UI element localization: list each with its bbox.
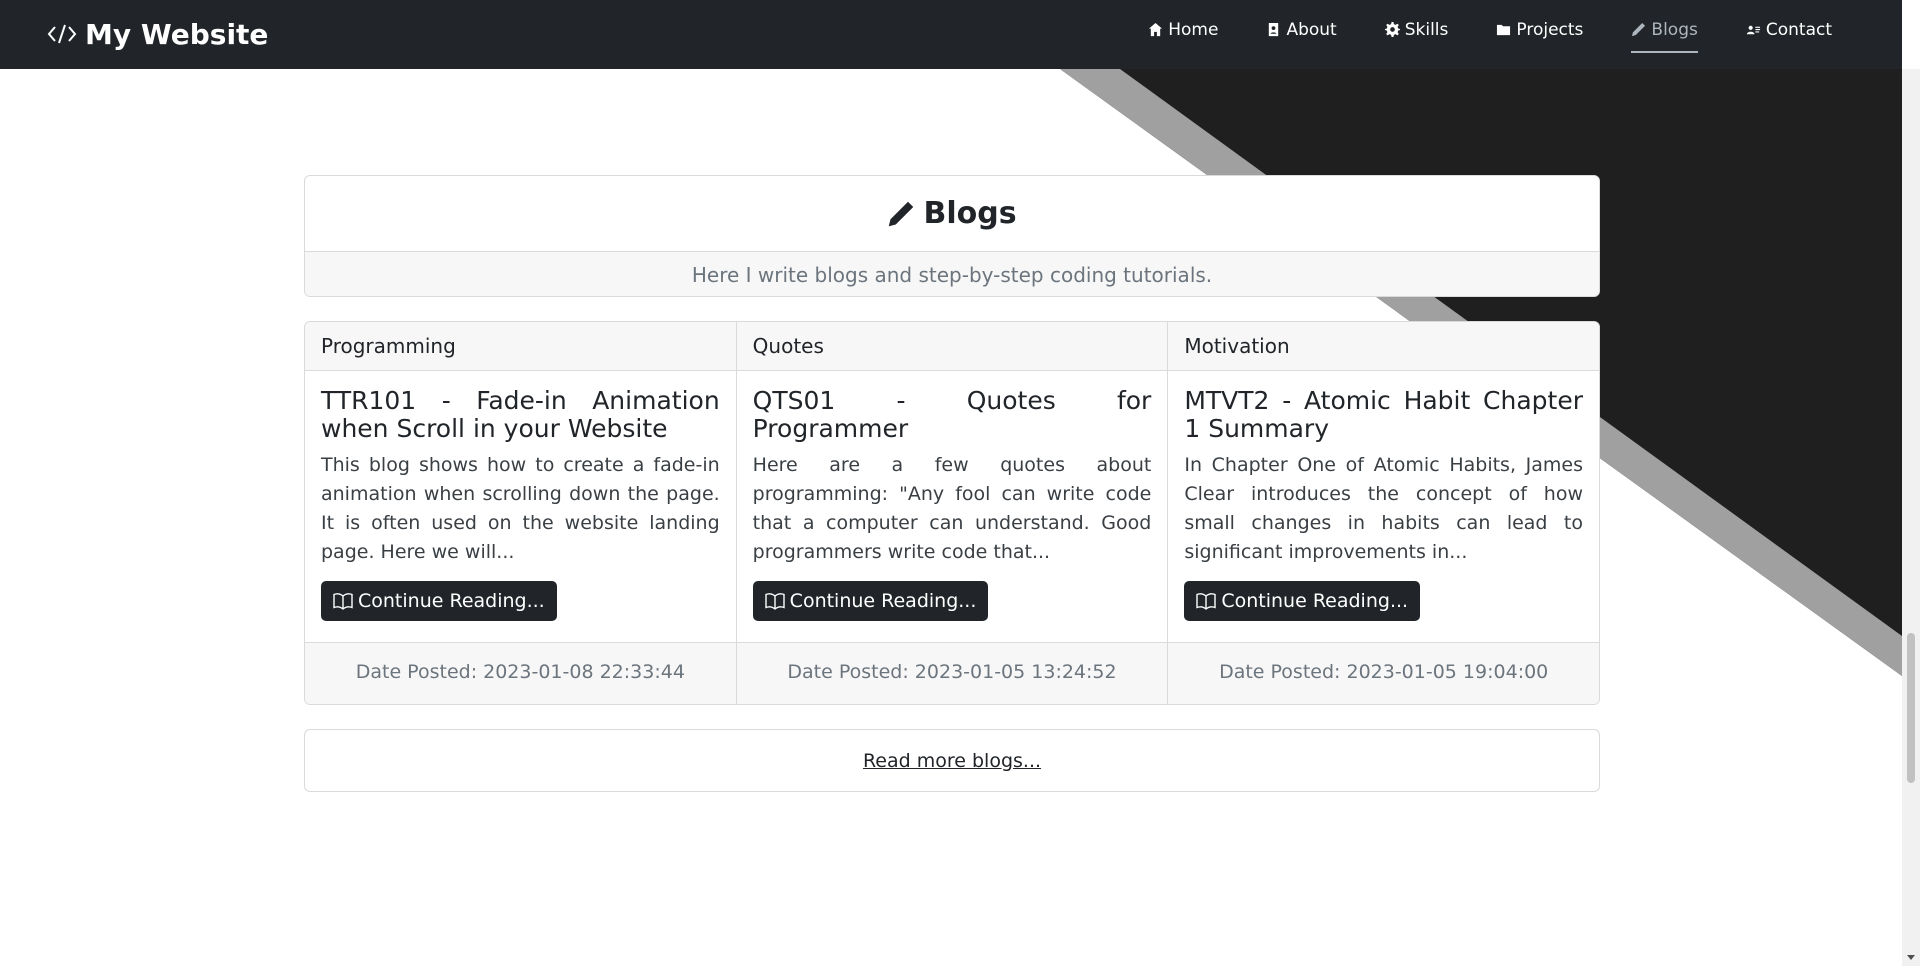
continue-reading-button[interactable]: Continue Reading...	[321, 581, 557, 621]
open-book-icon	[1196, 593, 1217, 610]
nav-label-projects: Projects	[1516, 19, 1584, 40]
continue-reading-button[interactable]: Continue Reading...	[752, 581, 989, 621]
gear-icon	[1384, 22, 1400, 37]
nav-label-blogs: Blogs	[1651, 19, 1698, 40]
section-title-text: Blogs	[923, 196, 1017, 231]
continue-reading-label: Continue Reading...	[1221, 590, 1409, 612]
nav-label-about: About	[1286, 19, 1337, 40]
blog-category: Motivation	[1168, 322, 1599, 371]
blog-excerpt: This blog shows how to create a fade-in …	[321, 454, 720, 563]
scroll-down-arrow[interactable]	[1907, 955, 1915, 960]
nav-link-skills[interactable]: Skills	[1384, 0, 1449, 59]
address-card-icon	[1746, 25, 1760, 35]
blog-date: Date Posted: 2023-01-05 13:24:52	[736, 642, 1168, 704]
nav-link-about[interactable]: About	[1266, 0, 1337, 59]
nav-label-home: Home	[1168, 19, 1219, 40]
blog-body: MTVT2 - Atomic Habit Chapter 1 Summary I…	[1168, 371, 1599, 642]
scrollbar-thumb[interactable]	[1907, 633, 1915, 783]
nav-label-skills: Skills	[1404, 19, 1449, 40]
section-title: Blogs	[305, 176, 1599, 251]
id-badge-icon	[1269, 22, 1279, 37]
blog-card-group: Programming TTR101 - Fade-in Animation w…	[304, 321, 1600, 705]
brand-link[interactable]: My Website	[47, 12, 268, 56]
blog-card: Motivation MTVT2 - Atomic Habit Chapter …	[1168, 322, 1599, 704]
read-more-link[interactable]: Read more blogs...	[863, 750, 1041, 772]
code-icon	[47, 24, 77, 44]
blog-title: TTR101 - Fade-in Animation when Scroll i…	[321, 386, 720, 443]
blog-date: Date Posted: 2023-01-05 19:04:00	[1168, 642, 1599, 704]
blog-title: MTVT2 - Atomic Habit Chapter 1 Summary	[1184, 386, 1584, 443]
nav-link-blogs[interactable]: Blogs	[1631, 0, 1699, 59]
blog-title: QTS01 - Quotes for Programmer	[752, 386, 1152, 443]
continue-reading-button[interactable]: Continue Reading...	[1184, 581, 1421, 621]
open-book-icon	[333, 593, 353, 610]
page-scrollbar[interactable]	[1902, 69, 1920, 966]
blog-body: QTS01 - Quotes for Programmer Here are a…	[737, 371, 1168, 642]
nav-link-contact[interactable]: Contact	[1746, 0, 1832, 59]
pen-icon	[1632, 22, 1646, 37]
blog-card: Programming TTR101 - Fade-in Animation w…	[305, 322, 737, 704]
section-subtitle: Here I write blogs and step-by-step codi…	[305, 251, 1599, 296]
blog-excerpt: Here are a few quotes about programming:…	[752, 454, 1152, 563]
folder-icon	[1497, 24, 1511, 36]
blog-body: TTR101 - Fade-in Animation when Scroll i…	[305, 371, 736, 642]
nav-link-projects[interactable]: Projects	[1496, 0, 1583, 59]
continue-reading-label: Continue Reading...	[358, 590, 545, 612]
top-navbar: My Website Home About Skills Projects Bl…	[0, 0, 1902, 69]
blogs-header-card: Blogs Here I write blogs and step-by-ste…	[304, 175, 1600, 297]
blog-card: Quotes QTS01 - Quotes for Programmer Her…	[736, 322, 1169, 704]
read-more-card: Read more blogs...	[304, 729, 1600, 792]
nav-label-contact: Contact	[1765, 19, 1832, 40]
blog-category: Quotes	[736, 322, 1168, 371]
blog-date: Date Posted: 2023-01-08 22:33:44	[305, 642, 736, 704]
pen-icon	[889, 201, 914, 226]
blog-category: Programming	[305, 322, 736, 371]
continue-reading-label: Continue Reading...	[789, 590, 977, 612]
blog-excerpt: In Chapter One of Atomic Habits, James C…	[1184, 454, 1584, 563]
brand-name: My Website	[85, 17, 269, 51]
open-book-icon	[764, 593, 785, 610]
nav-link-home[interactable]: Home	[1148, 0, 1218, 59]
nav-links: Home About Skills Projects Blogs Contact	[1100, 0, 1832, 59]
home-icon	[1149, 22, 1163, 37]
